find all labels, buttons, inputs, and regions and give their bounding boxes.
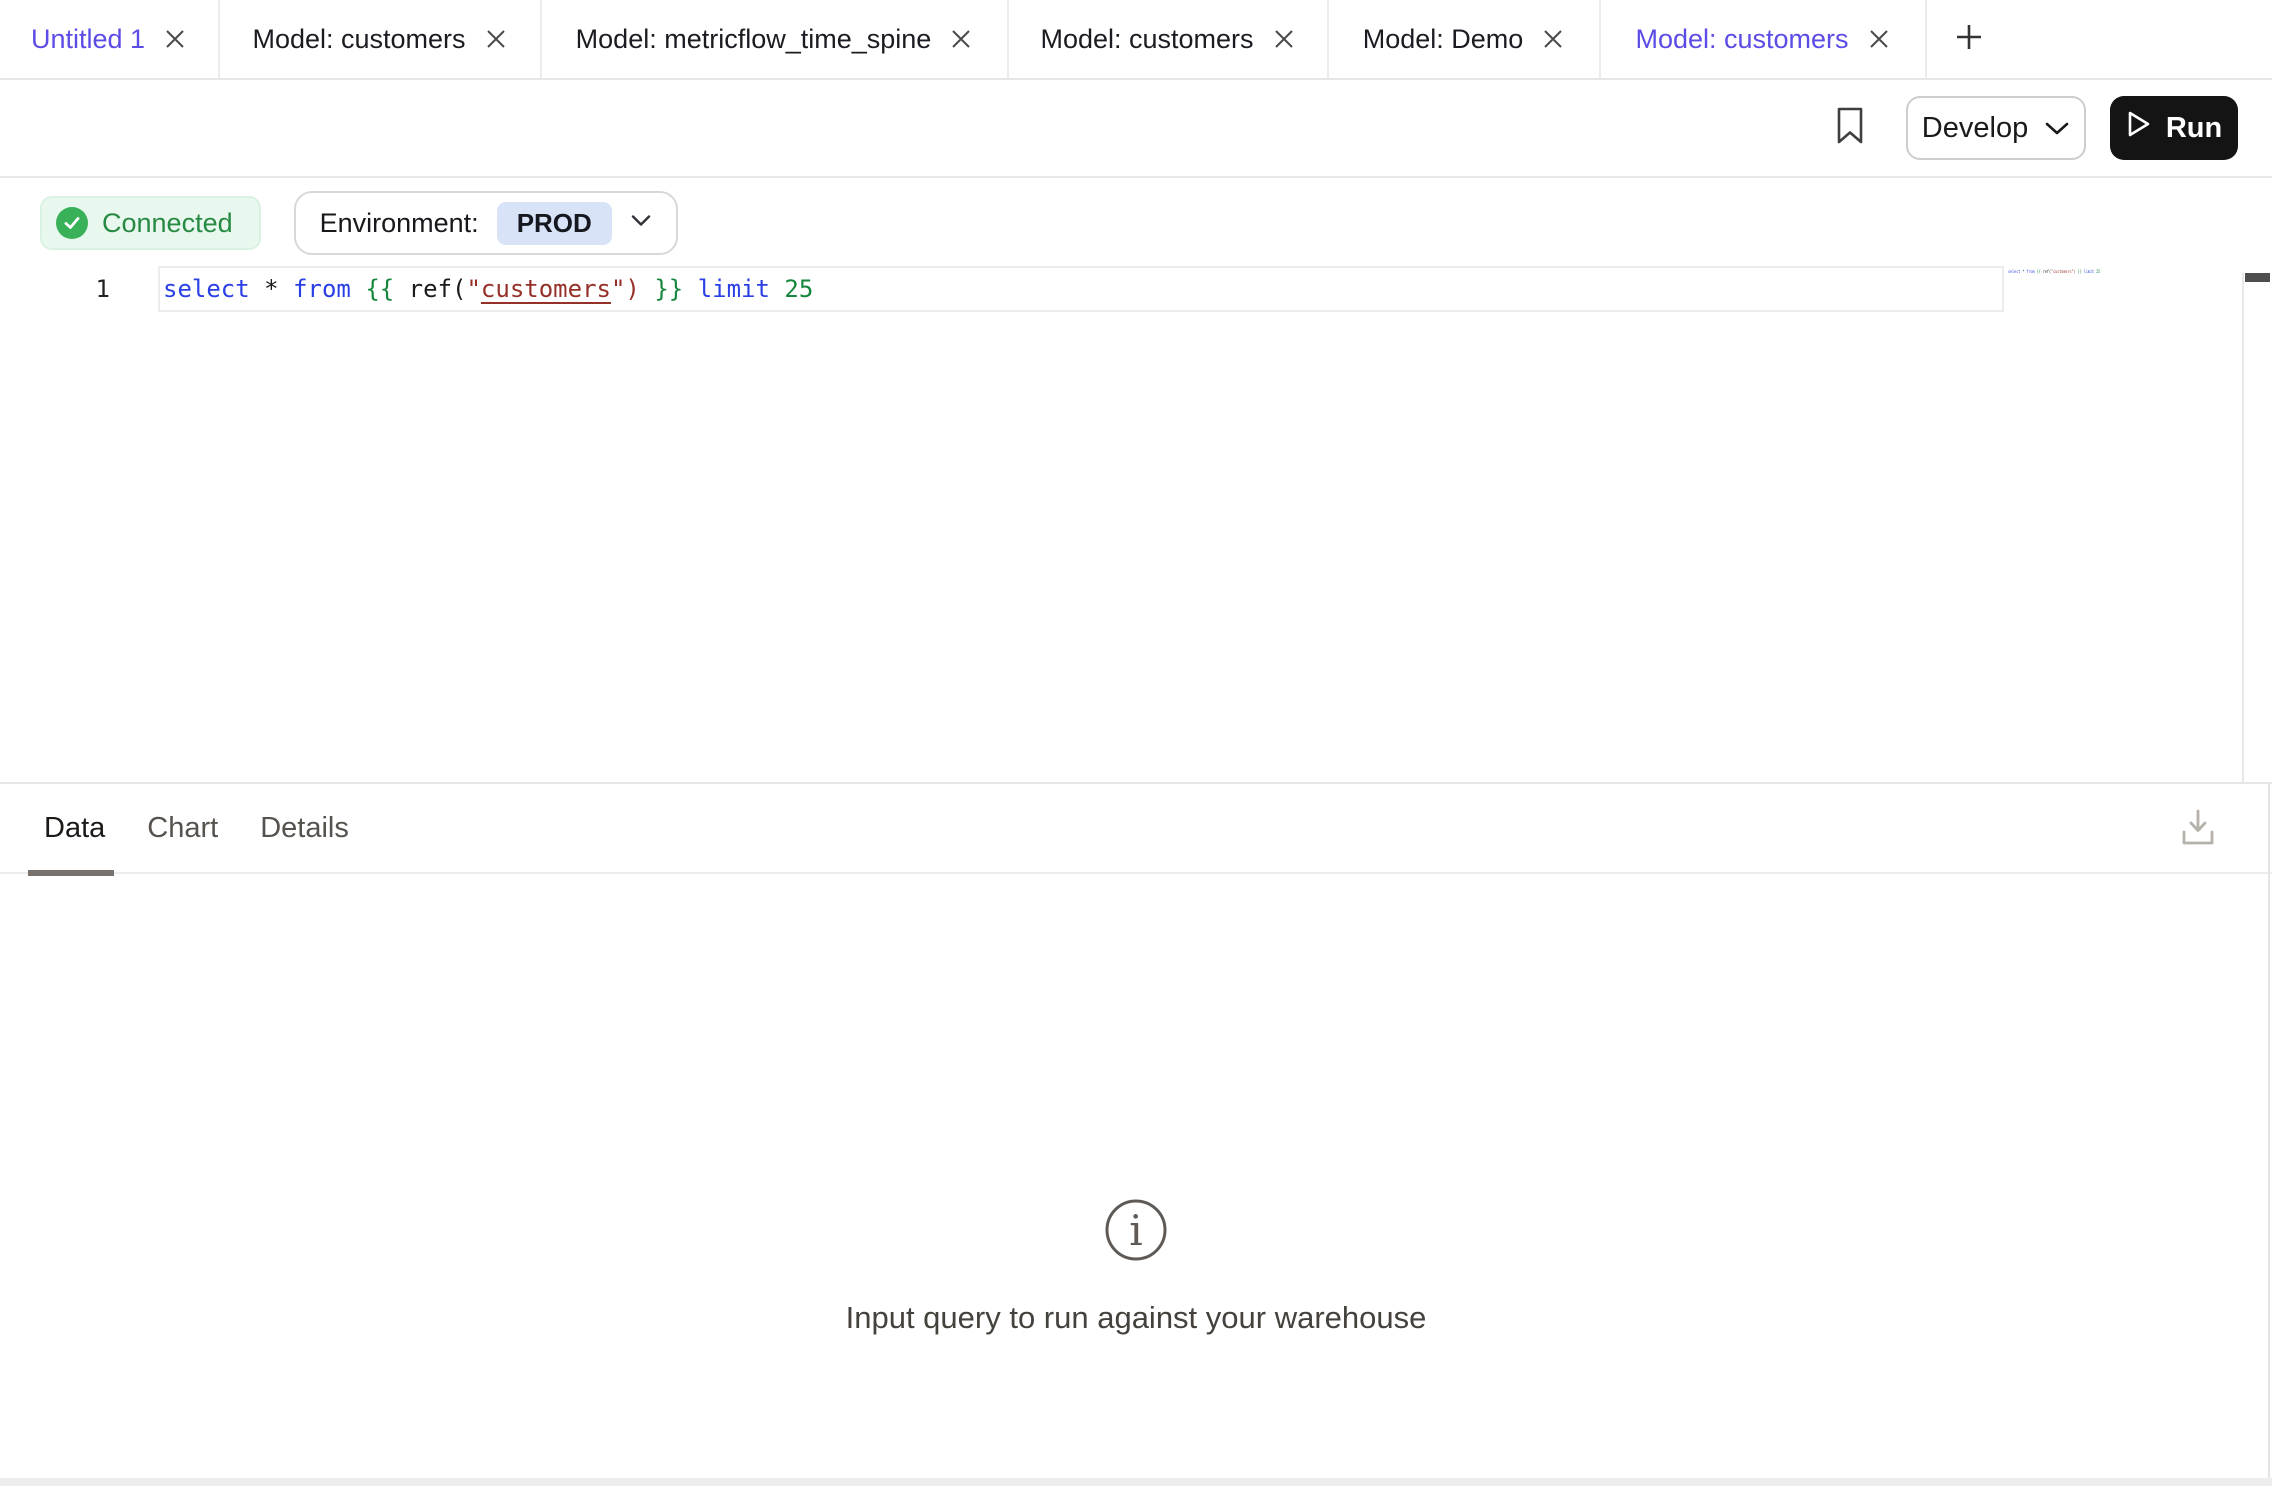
tab-data[interactable]: Data [42, 784, 107, 872]
tab-label: Model: metricflow_time_spine [576, 24, 932, 55]
editor-scrollbar-track [2242, 273, 2244, 782]
editor-tab-bar: Untitled 1 Model: customers Model: metri… [0, 0, 2272, 80]
code-token: * [264, 275, 293, 303]
connected-badge: Connected [40, 196, 261, 250]
close-icon[interactable] [1541, 27, 1565, 51]
plus-icon [1953, 21, 1985, 58]
ide-window: Untitled 1 Model: customers Model: metri… [0, 0, 2272, 1486]
tab-model-customers-3[interactable]: Model: customers [1601, 0, 1927, 78]
close-icon[interactable] [1272, 27, 1296, 51]
develop-dropdown-button[interactable]: Develop [1906, 96, 2086, 160]
run-label: Run [2166, 112, 2222, 145]
tab-untitled-1[interactable]: Untitled 1 [0, 0, 220, 78]
code-token: {{ [365, 275, 408, 303]
tab-label: Model: customers [1635, 24, 1848, 55]
editor-scrollbar-thumb[interactable] [2245, 273, 2270, 282]
tab-model-customers-1[interactable]: Model: customers [220, 0, 542, 78]
code-token: " [466, 275, 480, 303]
svg-text:i: i [1129, 1206, 1142, 1255]
right-scrollbar-track [2268, 782, 2270, 1478]
tab-model-customers-2[interactable]: Model: customers [1009, 0, 1329, 78]
tab-details[interactable]: Details [258, 784, 351, 872]
editor-toolbar: Develop Run [0, 80, 2272, 178]
chevron-down-icon [2044, 112, 2070, 145]
bookmark-icon [1835, 106, 1865, 151]
connected-label: Connected [102, 208, 233, 239]
results-panel: Data Chart Details i Input quer [0, 782, 2272, 1478]
active-tab-underline [28, 870, 114, 876]
code-token: select [163, 275, 264, 303]
code-token: ") [611, 275, 654, 303]
chevron-down-icon [630, 214, 652, 233]
environment-value-badge: PROD [497, 202, 612, 245]
environment-label: Environment: [320, 208, 479, 239]
results-empty-state: i Input query to run against your wareho… [0, 874, 2272, 1336]
sql-editor-pane: Connected Environment: PROD 1 select * f… [0, 178, 2272, 782]
environment-selector[interactable]: Environment: PROD [294, 191, 678, 255]
code-token: 25 [784, 275, 813, 303]
close-icon[interactable] [1867, 27, 1891, 51]
download-results-button[interactable] [2178, 808, 2218, 852]
play-icon [2126, 110, 2152, 146]
tab-chart[interactable]: Chart [145, 784, 220, 872]
bookmark-button[interactable] [1826, 96, 1874, 160]
tab-label: Untitled 1 [31, 24, 145, 55]
code-token: limit [698, 275, 785, 303]
empty-state-message: Input query to run against your warehous… [846, 1300, 1427, 1336]
info-icon: i [1103, 1197, 1169, 1268]
code-line-1[interactable]: select * from {{ ref("customers") }} lim… [158, 266, 2004, 312]
close-icon[interactable] [949, 27, 973, 51]
code-token: }} [654, 275, 697, 303]
ref-link-customers[interactable]: customers [481, 275, 611, 303]
editor-minimap: select * from {{ ref("customers") }} lim… [2008, 269, 2100, 275]
code-token: ref( [409, 275, 467, 303]
download-icon [2178, 807, 2218, 854]
results-tab-bar: Data Chart Details [0, 784, 2272, 874]
tab-label: Model: customers [1040, 24, 1253, 55]
develop-label: Develop [1922, 112, 2028, 145]
tab-model-metricflow-time-spine[interactable]: Model: metricflow_time_spine [542, 0, 1009, 78]
tab-model-demo[interactable]: Model: Demo [1329, 0, 1601, 78]
connection-status-row: Connected Environment: PROD [40, 191, 678, 255]
tab-label: Model: Demo [1363, 24, 1524, 55]
run-button[interactable]: Run [2110, 96, 2238, 160]
horizontal-scrollbar-track [0, 1478, 2272, 1486]
code-token: from [293, 275, 365, 303]
line-number: 1 [0, 266, 110, 312]
check-icon [56, 207, 88, 239]
new-tab-button[interactable] [1927, 0, 2011, 78]
close-icon[interactable] [163, 27, 187, 51]
tab-label: Model: customers [252, 24, 465, 55]
close-icon[interactable] [484, 27, 508, 51]
